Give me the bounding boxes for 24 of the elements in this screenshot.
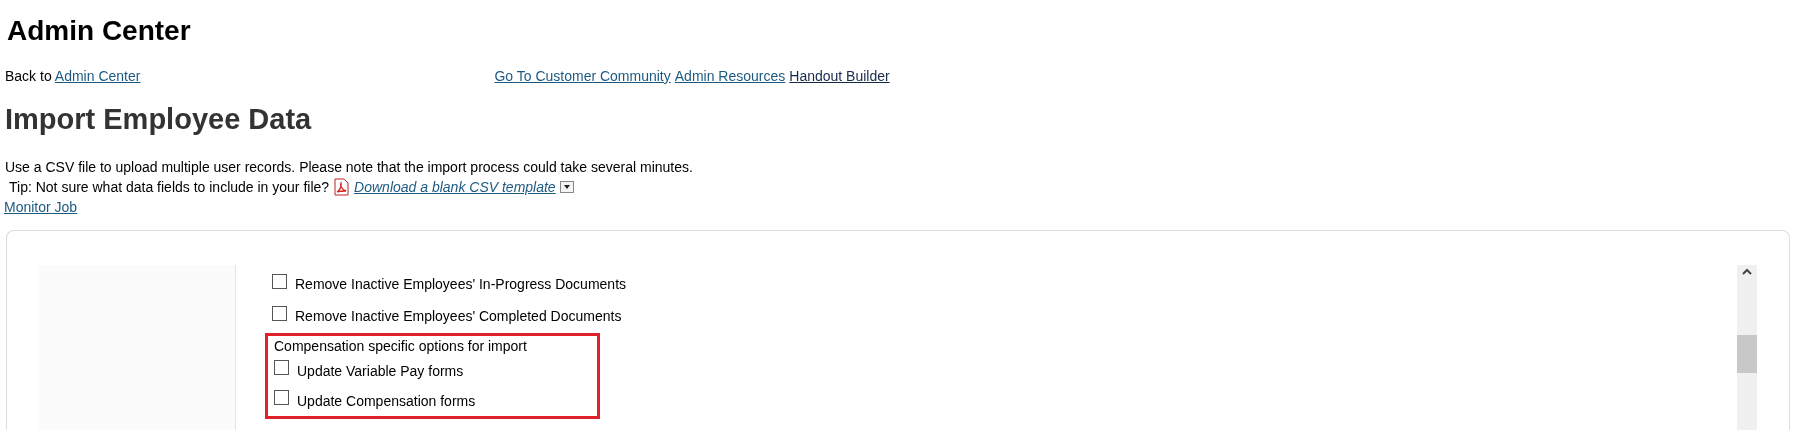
checkbox[interactable]: [274, 390, 289, 406]
back-label: Back to: [5, 67, 53, 84]
top-link[interactable]: Handout Builder: [789, 65, 890, 86]
option-label: Update Compensation forms: [297, 391, 476, 411]
option-label: Remove Inactive Employees' In-Progress Documents: [295, 275, 627, 295]
tip-text: Tip: Not sure what data fields to include in your file?: [9, 178, 330, 197]
top-link[interactable]: Go To Customer Community: [494, 65, 671, 86]
option-label: Update Variable Pay forms: [297, 361, 464, 381]
scrollbar-thumb[interactable]: [1737, 334, 1757, 373]
checkbox[interactable]: [272, 306, 287, 322]
description-text: Use a CSV file to upload multiple user records. Please note that the import process could take several minutes.: [5, 157, 694, 177]
app-title: Admin Center: [7, 14, 192, 48]
pdf-icon: [333, 178, 351, 197]
checkbox[interactable]: [274, 360, 289, 376]
option-label: Remove Inactive Employees' Completed Documents: [295, 307, 622, 327]
top-link[interactable]: Admin Resources: [674, 65, 786, 86]
admin-center-link[interactable]: Admin Center: [54, 67, 141, 84]
scrollbar[interactable]: [1737, 264, 1757, 430]
dropdown-icon[interactable]: [559, 181, 574, 194]
checkbox[interactable]: [272, 274, 287, 290]
download-template-link[interactable]: Download a blank CSV template: [354, 177, 556, 198]
monitor-job-link[interactable]: Monitor Job: [4, 197, 78, 218]
page-title: Import Employee Data: [5, 101, 313, 137]
section-title: Compensation specific options for import: [274, 336, 527, 356]
